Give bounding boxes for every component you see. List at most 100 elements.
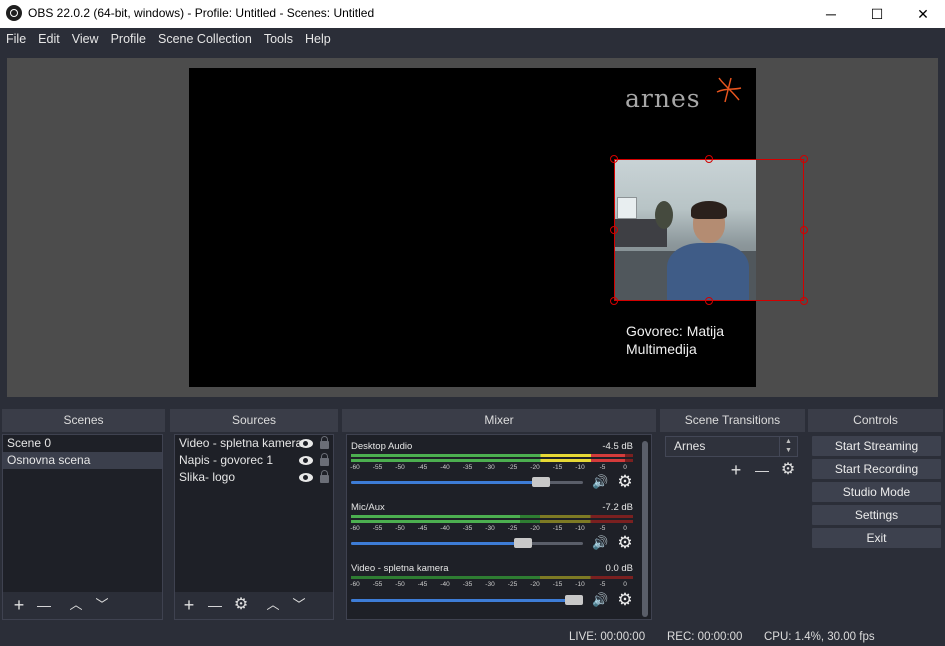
visibility-eye-icon[interactable] bbox=[299, 473, 313, 482]
meter-tick-label: -15 bbox=[552, 464, 563, 471]
slider-handle[interactable] bbox=[513, 538, 532, 548]
meter-tick-label: -15 bbox=[552, 581, 563, 588]
settings-button[interactable]: Settings bbox=[812, 505, 941, 525]
source-item[interactable]: Video - spletna kamera bbox=[175, 435, 333, 452]
volume-meter bbox=[351, 454, 633, 457]
source-item[interactable]: Slika- logo bbox=[175, 469, 333, 486]
meter-tick-label: -40 bbox=[440, 525, 450, 532]
source-properties-gear-icon[interactable]: ⚙ bbox=[230, 595, 252, 617]
exit-button[interactable]: Exit bbox=[812, 528, 941, 548]
speaker-icon[interactable]: 🔊 bbox=[592, 475, 610, 489]
volume-slider[interactable] bbox=[351, 595, 583, 605]
channel-settings-gear-icon[interactable]: ⚙ bbox=[617, 591, 633, 608]
channel-db: -4.5 dB bbox=[602, 441, 633, 452]
meter-tick-label: -50 bbox=[395, 464, 405, 471]
channel-name: Desktop Audio bbox=[351, 441, 413, 452]
menu-profile[interactable]: Profile bbox=[105, 28, 152, 50]
menu-edit[interactable]: Edit bbox=[32, 28, 66, 50]
scenes-list[interactable]: Scene 0 Osnovna scena + — ︿ ﹀ bbox=[2, 434, 163, 620]
meter-ticks: -60 -55 -50 -45 -40 -35 -30 -25 -20 -15 -10 -5 0 bbox=[350, 462, 633, 471]
meter-tick-label: -30 bbox=[485, 525, 495, 532]
resize-handle-top[interactable] bbox=[705, 155, 713, 163]
menu-tools[interactable]: Tools bbox=[258, 28, 299, 50]
channel-settings-gear-icon[interactable]: ⚙ bbox=[617, 473, 633, 490]
menu-view[interactable]: View bbox=[66, 28, 105, 50]
selection-box[interactable] bbox=[614, 159, 804, 301]
channel-settings-gear-icon[interactable]: ⚙ bbox=[617, 534, 633, 551]
spin-arrows-icon[interactable]: ▲ ▼ bbox=[779, 437, 797, 456]
scene-item-selected[interactable]: Osnovna scena bbox=[3, 452, 162, 469]
add-transition-button[interactable]: + bbox=[725, 460, 747, 482]
meter-tick-label: -60 bbox=[350, 525, 360, 532]
resize-handle-right[interactable] bbox=[800, 226, 808, 234]
meter-tick-label: -60 bbox=[350, 581, 360, 588]
start-streaming-button[interactable]: Start Streaming bbox=[812, 436, 941, 456]
meter-ticks: -60 -55 -50 -45 -40 -35 -30 -25 -20 -15 -10 -5 0 bbox=[350, 523, 633, 532]
lock-icon[interactable] bbox=[320, 470, 329, 483]
resize-handle-bottom-left[interactable] bbox=[610, 297, 618, 305]
menu-scene-collection[interactable]: Scene Collection bbox=[152, 28, 258, 50]
remove-source-button[interactable]: — bbox=[204, 595, 226, 617]
slider-handle[interactable] bbox=[564, 595, 583, 605]
resize-handle-left[interactable] bbox=[610, 226, 618, 234]
add-scene-button[interactable]: + bbox=[8, 595, 30, 617]
scene-item[interactable]: Scene 0 bbox=[3, 435, 162, 452]
move-scene-down-button[interactable]: ﹀ bbox=[91, 595, 113, 617]
resize-handle-top-left[interactable] bbox=[610, 155, 618, 163]
minimize-button[interactable]: ─ bbox=[808, 0, 854, 28]
studio-mode-button[interactable]: Studio Mode bbox=[812, 482, 941, 502]
sources-list[interactable]: Video - spletna kamera Napis - govorec 1… bbox=[174, 434, 334, 620]
visibility-eye-icon[interactable] bbox=[299, 456, 313, 465]
resize-handle-top-right[interactable] bbox=[800, 155, 808, 163]
speaker-icon[interactable]: 🔊 bbox=[592, 593, 610, 607]
move-source-down-button[interactable]: ﹀ bbox=[288, 595, 310, 617]
meter-tick-label: -35 bbox=[462, 581, 473, 588]
visibility-eye-icon[interactable] bbox=[299, 439, 313, 448]
slider-handle[interactable] bbox=[532, 477, 551, 487]
transition-select[interactable]: Arnes ▲ ▼ bbox=[665, 436, 798, 457]
meter-tick-label: -25 bbox=[507, 464, 518, 471]
close-button[interactable]: ✕ bbox=[900, 0, 945, 28]
meter-level bbox=[351, 515, 521, 518]
meter-tick-label: -55 bbox=[372, 525, 383, 532]
transitions-dock-title: Scene Transitions bbox=[660, 409, 805, 432]
mixer-dock-title: Mixer bbox=[342, 409, 656, 432]
move-source-up-button[interactable]: ︿ bbox=[262, 595, 284, 617]
meter-tick-label: -20 bbox=[530, 525, 540, 532]
resize-handle-bottom[interactable] bbox=[705, 297, 713, 305]
mixer-channel-video: Video - spletna kamera 0.0 dB -60 -55 -50-… bbox=[350, 563, 635, 619]
remove-scene-button[interactable]: — bbox=[33, 595, 55, 617]
meter-tick-label: -50 bbox=[395, 525, 405, 532]
volume-slider[interactable] bbox=[351, 538, 583, 548]
caption-line-1: Govorec: Matija bbox=[626, 323, 725, 339]
arnes-logo-text: arnes bbox=[625, 84, 701, 113]
meter-tick-label: -60 bbox=[350, 464, 360, 471]
channel-db: -7.2 dB bbox=[602, 502, 633, 513]
scenes-dock-title: Scenes bbox=[2, 409, 165, 432]
volume-slider[interactable] bbox=[351, 477, 583, 487]
slider-fill bbox=[351, 481, 542, 484]
start-recording-button[interactable]: Start Recording bbox=[812, 459, 941, 479]
meter-tick-label: -25 bbox=[507, 581, 518, 588]
resize-handle-bottom-right[interactable] bbox=[800, 297, 808, 305]
meter-tick-label: -40 bbox=[440, 464, 450, 471]
mixer-scrollbar[interactable] bbox=[642, 441, 648, 617]
lock-icon[interactable] bbox=[320, 453, 329, 466]
remove-transition-button[interactable]: — bbox=[751, 460, 773, 482]
meter-level bbox=[351, 454, 625, 457]
move-scene-up-button[interactable]: ︿ bbox=[65, 595, 87, 617]
meter-tick-label: -40 bbox=[440, 581, 450, 588]
meter-tick-label: -20 bbox=[530, 581, 540, 588]
transition-properties-gear-icon[interactable]: ⚙ bbox=[777, 460, 799, 482]
lock-icon[interactable] bbox=[320, 436, 329, 449]
meter-tick-label: -50 bbox=[395, 581, 405, 588]
maximize-button[interactable]: ☐ bbox=[854, 0, 900, 28]
menu-file[interactable]: File bbox=[0, 28, 32, 50]
sources-toolbar: + — ⚙ ︿ ﹀ bbox=[175, 592, 333, 619]
speaker-icon[interactable]: 🔊 bbox=[592, 536, 610, 550]
rec-status: REC: 00:00:00 bbox=[667, 631, 743, 643]
menu-help[interactable]: Help bbox=[299, 28, 337, 50]
add-source-button[interactable]: + bbox=[178, 595, 200, 617]
meter-tick-label: 0 bbox=[623, 464, 627, 471]
source-item[interactable]: Napis - govorec 1 bbox=[175, 452, 333, 469]
